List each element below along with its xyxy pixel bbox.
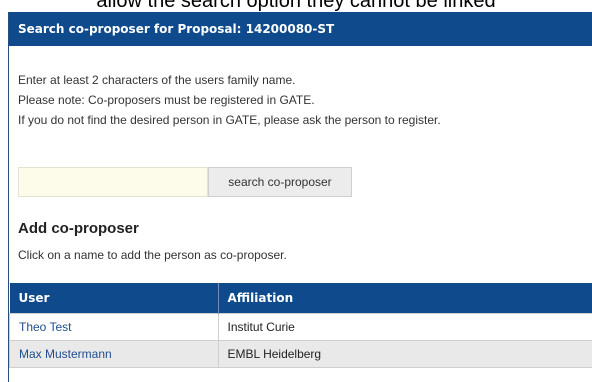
affiliation-cell: Institut Curie	[218, 314, 592, 341]
instruction-line-1: Enter at least 2 characters of the users…	[18, 70, 441, 90]
instructions: Enter at least 2 characters of the users…	[18, 70, 441, 130]
affiliation-cell: EMBL Heidelberg	[218, 341, 592, 368]
user-link-max-mustermann[interactable]: Max Mustermann	[19, 347, 112, 361]
add-co-proposer-description: Click on a name to add the person as co-…	[18, 248, 287, 262]
search-co-proposer-button[interactable]: search co-proposer	[208, 167, 352, 197]
cropped-caption-text: allow the search option they cannot be l…	[0, 0, 592, 12]
user-cell: Theo Test	[10, 314, 219, 341]
column-header-user: User	[10, 283, 219, 314]
user-link-theo-test[interactable]: Theo Test	[19, 320, 71, 334]
family-name-search-input[interactable]	[18, 167, 208, 197]
table-header-row: User Affiliation	[10, 283, 592, 314]
instruction-line-3: If you do not find the desired person in…	[18, 110, 441, 130]
add-co-proposer-heading: Add co-proposer	[18, 220, 139, 237]
table-row: Max Mustermann EMBL Heidelberg	[10, 341, 592, 368]
table-row: Theo Test Institut Curie	[10, 314, 592, 341]
panel-title: Search co-proposer for Proposal: 1420008…	[9, 12, 592, 46]
column-header-affiliation: Affiliation	[218, 283, 592, 314]
co-proposer-results-table: User Affiliation Theo Test Institut Curi…	[9, 283, 592, 368]
instruction-line-2: Please note: Co-proposers must be regist…	[18, 90, 441, 110]
user-cell: Max Mustermann	[10, 341, 219, 368]
